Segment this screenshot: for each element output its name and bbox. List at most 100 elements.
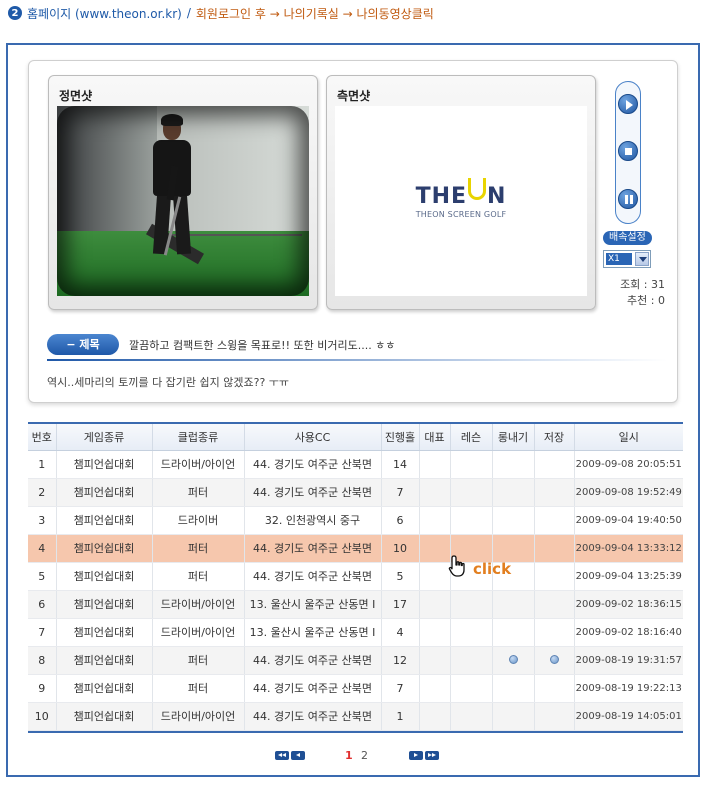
table-bottom-line <box>28 730 683 733</box>
cell-no: 4 <box>28 534 56 563</box>
cell-game-type: 챔피언쉽대회 <box>55 450 152 479</box>
cell-datetime: 2009-09-04 13:33:12 <box>573 534 683 563</box>
table-row[interactable]: 10 챔피언쉽대회 드라이버/아이언 44. 경기도 여주군 산북면 1 2009-08-… <box>28 702 683 731</box>
cell-datetime: 2009-09-08 19:52:49 <box>573 478 683 507</box>
cell-saved <box>533 674 574 703</box>
status-dot-icon[interactable] <box>508 654 518 664</box>
cell-longest <box>491 506 534 535</box>
cell-holes: 7 <box>380 478 419 507</box>
cell-lesson <box>449 646 492 675</box>
prev-page-button[interactable] <box>291 751 305 760</box>
front-view-video[interactable] <box>57 106 309 296</box>
table-row[interactable]: 6 챔피언쉽대회 드라이버/아이언 13. 울산시 울주군 산동면 I 17 2009-0… <box>28 590 683 619</box>
page-1-link[interactable]: 1 <box>345 749 353 762</box>
column-header-game-type: 게임종류 <box>55 422 152 451</box>
pause-button[interactable] <box>618 189 638 209</box>
cell-holes: 1 <box>380 702 419 731</box>
cell-datetime: 2009-09-02 18:16:40 <box>573 618 683 647</box>
cell-game-type: 챔피언쉽대회 <box>55 618 152 647</box>
column-header-holes: 진행홀 <box>380 422 419 451</box>
side-view-title: 측면샷 <box>337 89 371 103</box>
stop-button[interactable] <box>618 141 638 161</box>
stop-icon <box>625 148 632 155</box>
cell-saved <box>533 590 574 619</box>
cell-featured <box>418 450 450 479</box>
cell-lesson <box>449 702 492 731</box>
cell-course: 44. 경기도 여주군 산북면 <box>243 478 381 507</box>
cell-saved <box>533 702 574 731</box>
table-row[interactable]: 5 챔피언쉽대회 퍼터 44. 경기도 여주군 산북면 5 2009-09-04 13:2… <box>28 562 683 591</box>
cell-holes: 12 <box>380 646 419 675</box>
table-row[interactable]: 2 챔피언쉽대회 퍼터 44. 경기도 여주군 산북면 7 2009-09-08 19:5… <box>28 478 683 507</box>
cell-holes: 5 <box>380 562 419 591</box>
homepage-link[interactable]: 홈페이지 (www.theon.or.kr) <box>27 5 182 22</box>
cell-club-type: 드라이버/아이언 <box>151 590 244 619</box>
column-header-longest: 롱내기 <box>491 422 534 451</box>
table-row[interactable]: 3 챔피언쉽대회 드라이버 32. 인천광역시 중구 6 2009-09-04 19:40… <box>28 506 683 535</box>
cell-no: 1 <box>28 450 56 479</box>
cell-holes: 10 <box>380 534 419 563</box>
cell-holes: 4 <box>380 618 419 647</box>
column-header-featured: 대표 <box>418 422 450 451</box>
cell-lesson <box>449 450 492 479</box>
cell-datetime: 2009-09-04 19:40:50 <box>573 506 683 535</box>
table-header-row: 번호 게임종류 클럽종류 사용CC 진행홀 대표 레슨 롱내기 저장 일시 <box>28 422 683 451</box>
cell-datetime: 2009-09-08 20:05:51 <box>573 450 683 479</box>
next-page-button[interactable] <box>409 751 423 760</box>
first-page-button[interactable] <box>275 751 289 760</box>
pagination: 1 2 <box>8 747 698 765</box>
cell-game-type: 챔피언쉽대회 <box>55 534 152 563</box>
page-2-link[interactable]: 2 <box>361 749 368 762</box>
play-icon <box>626 100 633 110</box>
playback-controls <box>615 81 641 224</box>
column-header-datetime: 일시 <box>573 422 683 451</box>
cell-featured <box>418 702 450 731</box>
cell-no: 8 <box>28 646 56 675</box>
cell-saved <box>533 618 574 647</box>
play-button[interactable] <box>618 94 638 114</box>
cell-holes: 14 <box>380 450 419 479</box>
speed-select[interactable]: X1 <box>603 250 651 268</box>
chevron-down-icon[interactable] <box>635 252 649 266</box>
cell-lesson <box>449 506 492 535</box>
cell-course: 44. 경기도 여주군 산북면 <box>243 702 381 731</box>
breadcrumb-path: 회원로그인 후 → 나의기록실 → 나의동영상클릭 <box>195 6 434 21</box>
cell-lesson <box>449 618 492 647</box>
cell-no: 3 <box>28 506 56 535</box>
status-dot-icon[interactable] <box>549 654 559 664</box>
column-header-no: 번호 <box>28 422 56 451</box>
video-title: 깔끔하고 컴팩트한 스윙을 목표로!! 또한 비거리도.... ㅎㅎ <box>129 339 396 352</box>
cell-course: 44. 경기도 여주군 산북면 <box>243 674 381 703</box>
cell-featured <box>418 478 450 507</box>
cell-longest <box>491 590 534 619</box>
cell-datetime: 2009-09-04 13:25:39 <box>573 562 683 591</box>
cell-featured <box>418 590 450 619</box>
video-stats: 조회 : 31 추천 : 0 <box>589 277 665 309</box>
cell-course: 44. 경기도 여주군 산북면 <box>243 646 381 675</box>
table-row[interactable]: 4 챔피언쉽대회 퍼터 44. 경기도 여주군 산북면 10 2009-09-04 13:… <box>28 534 683 563</box>
last-page-button[interactable] <box>425 751 439 760</box>
cell-game-type: 챔피언쉽대회 <box>55 674 152 703</box>
cell-club-type: 퍼터 <box>151 646 244 675</box>
title-divider <box>47 359 667 361</box>
table-row[interactable]: 9 챔피언쉽대회 퍼터 44. 경기도 여주군 산북면 7 2009-08-19 19:2… <box>28 674 683 703</box>
cell-longest <box>491 646 534 675</box>
cell-club-type: 드라이버/아이언 <box>151 618 244 647</box>
title-label-badge: − 제목 <box>47 334 119 355</box>
logo-subtitle: THEON SCREEN GOLF <box>415 210 507 219</box>
cell-game-type: 챔피언쉽대회 <box>55 590 152 619</box>
cell-club-type: 드라이버 <box>151 506 244 535</box>
table-row[interactable]: 1 챔피언쉽대회 드라이버/아이언 44. 경기도 여주군 산북면 14 2009-09-… <box>28 450 683 479</box>
speed-setting-label: 배속설정 <box>603 231 652 245</box>
cell-game-type: 챔피언쉽대회 <box>55 506 152 535</box>
cell-no: 10 <box>28 702 56 731</box>
table-row[interactable]: 8 챔피언쉽대회 퍼터 44. 경기도 여주군 산북면 12 2009-08-19 19:… <box>28 646 683 675</box>
side-view-box: 측면샷 THE N THEON SCREEN GOLF <box>326 75 596 310</box>
cell-datetime: 2009-08-19 19:31:57 <box>573 646 683 675</box>
cell-no: 9 <box>28 674 56 703</box>
side-view-video[interactable]: THE N THEON SCREEN GOLF <box>335 106 587 296</box>
cell-longest <box>491 618 534 647</box>
cell-featured <box>418 618 450 647</box>
cell-saved <box>533 646 574 675</box>
table-row[interactable]: 7 챔피언쉽대회 드라이버/아이언 13. 울산시 울주군 산동면 I 4 2009-09… <box>28 618 683 647</box>
